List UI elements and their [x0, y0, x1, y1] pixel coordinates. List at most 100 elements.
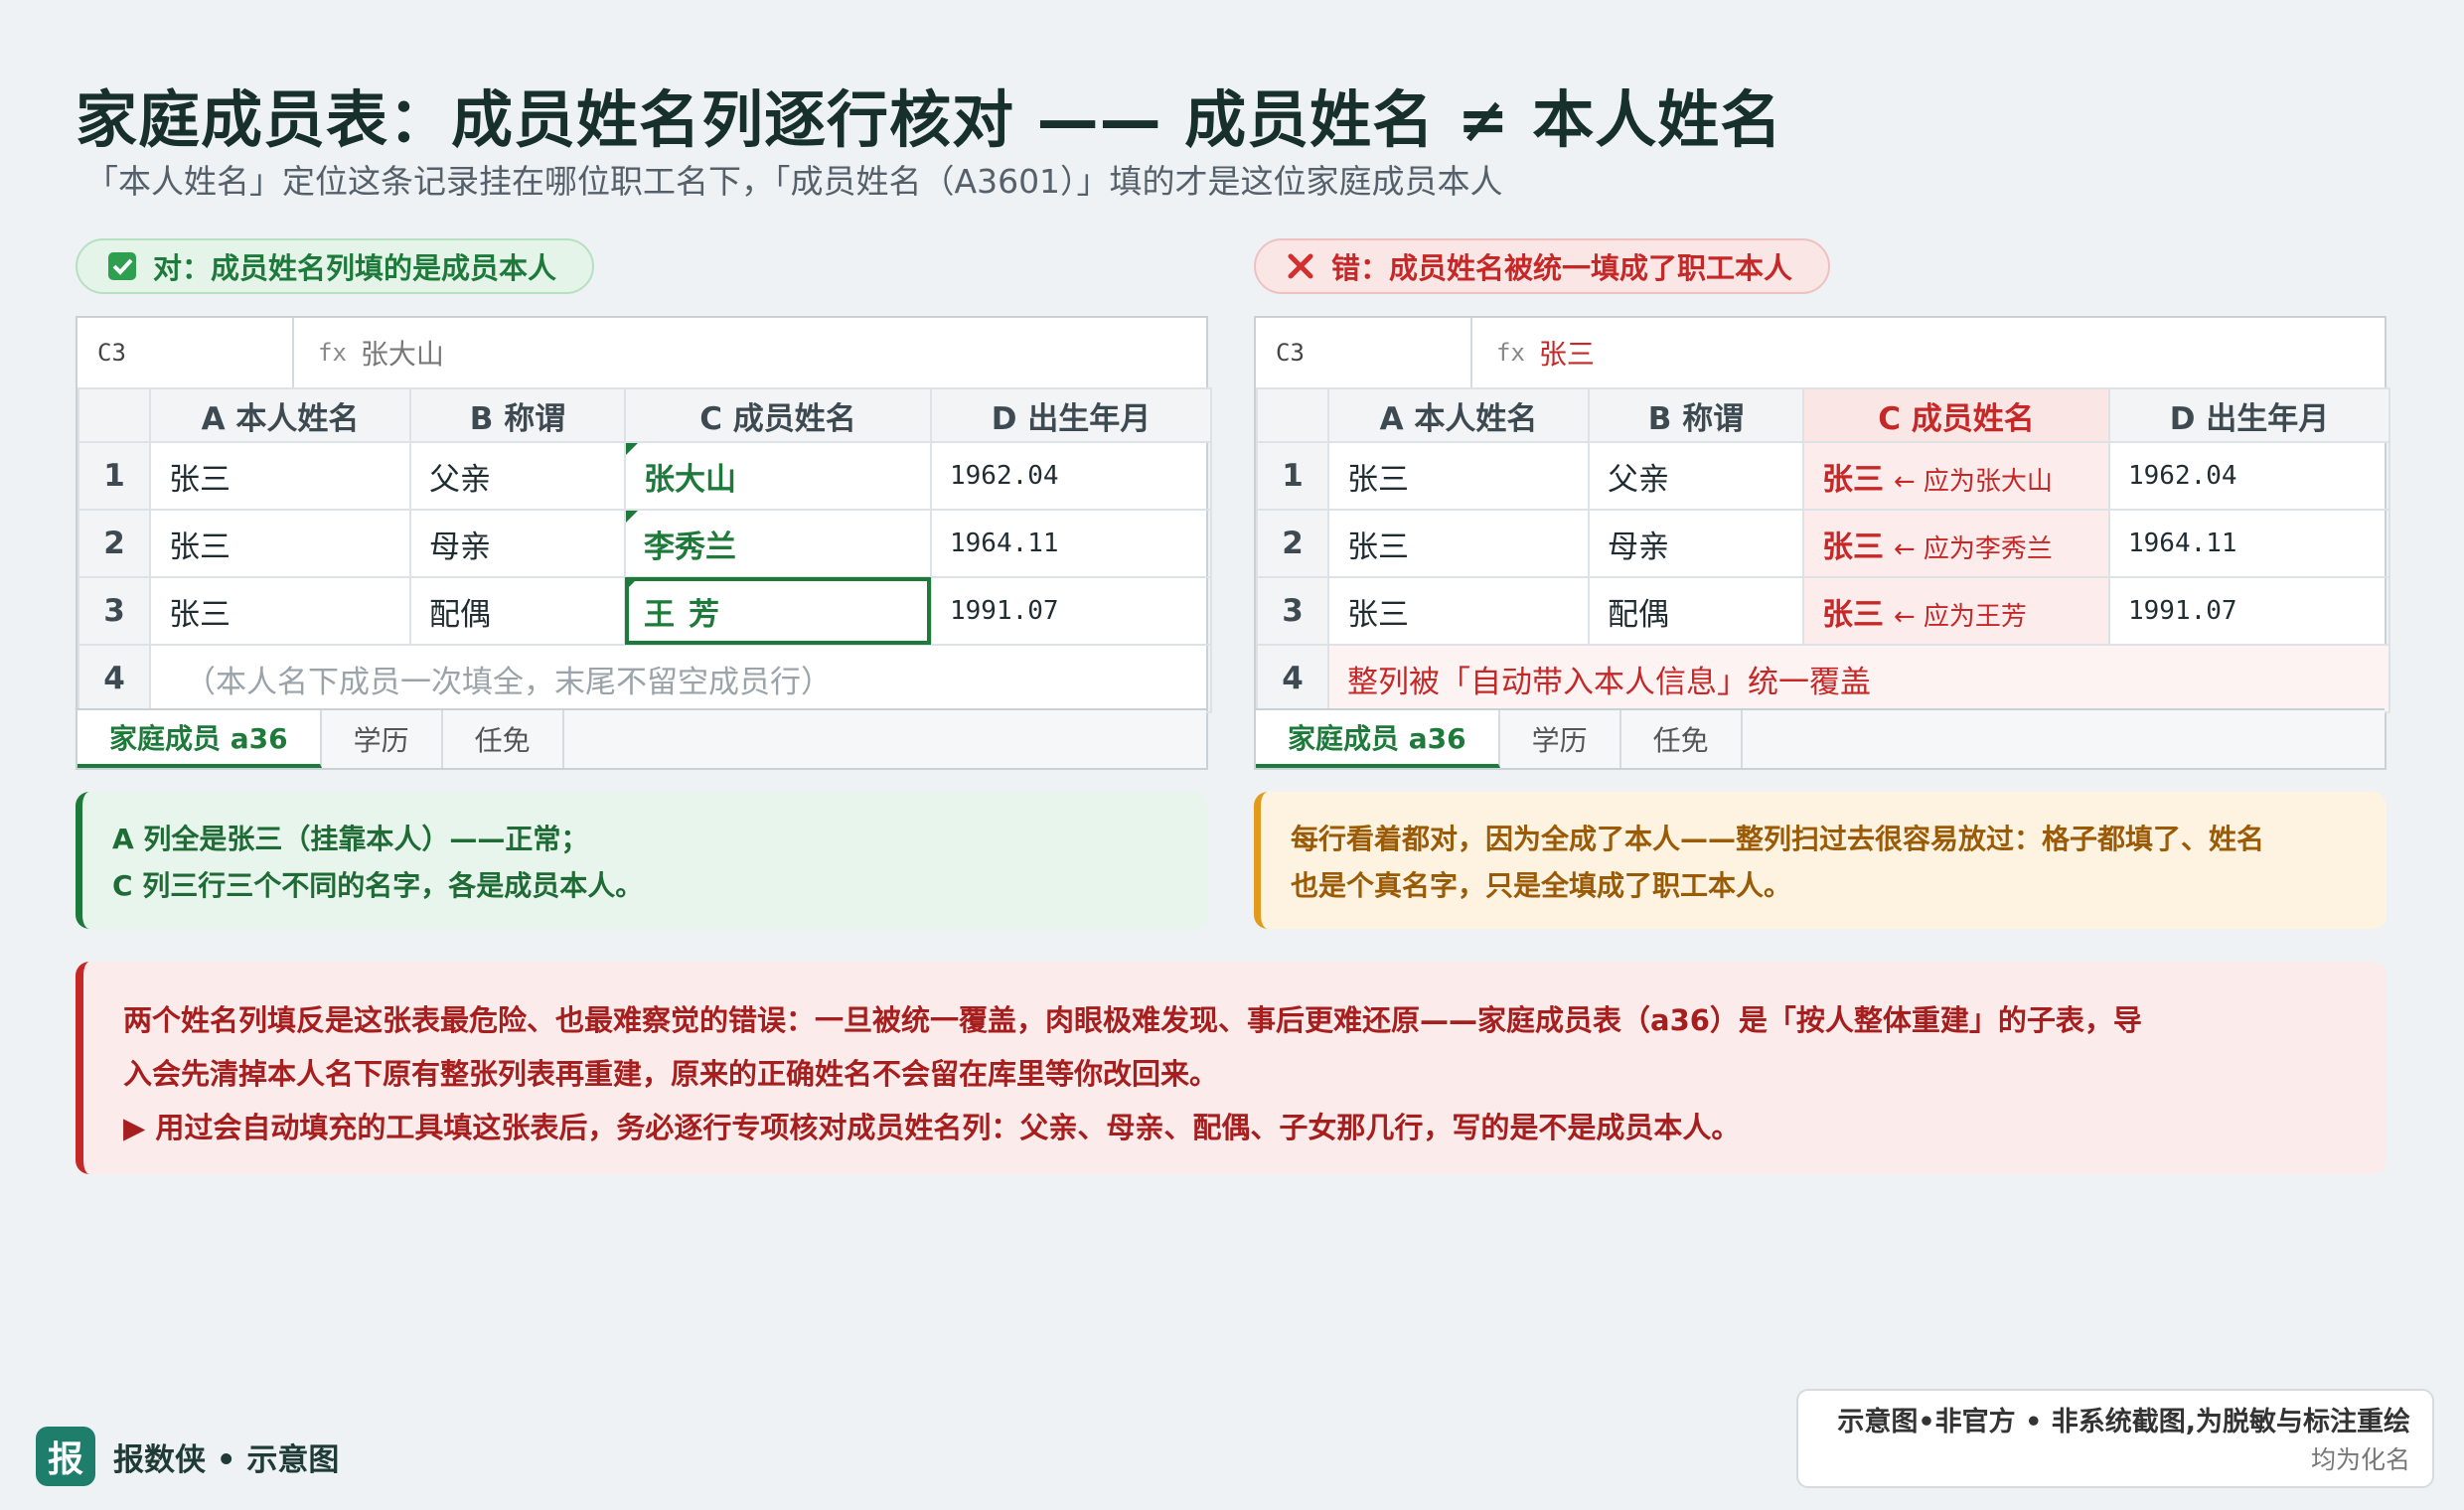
wrong-name: 张三	[1822, 528, 1884, 565]
column-header-b[interactable]: B 称谓	[1588, 387, 1804, 443]
cell-birth-date[interactable]: 1991.07	[2108, 576, 2390, 646]
table-row: 1 张三 父亲 张三 ← 应为张大山 1962.04	[1256, 441, 2390, 511]
cell-birth-date[interactable]: 1964.11	[2108, 509, 2390, 578]
cell-reference-box[interactable]: C3	[1256, 318, 1472, 387]
cell-self-name[interactable]: 张三	[1327, 441, 1590, 511]
cell-self-name[interactable]: 张三	[149, 576, 411, 646]
brand-name: 报数侠 • 示意图	[113, 1441, 340, 1478]
disclaimer-line: 示意图•非官方 • 非系统截图,为脱敏与标注重绘	[1837, 1407, 2410, 1437]
error-badge: 错：成员姓名被统一填成了职工本人	[1254, 238, 1831, 294]
table-row: 1 张三 父亲 张大山 1962.04	[77, 441, 1212, 511]
error-badge-label: 错：成员姓名被统一填成了职工本人	[1331, 251, 1793, 285]
cell-member-name-error[interactable]: 张三 ← 应为张大山	[1802, 441, 2110, 511]
selected-cell-member-name[interactable]: 王芳	[624, 576, 932, 646]
cell-self-name[interactable]: 张三	[149, 509, 411, 578]
formula-bar: C3 fx 张大山	[77, 318, 1206, 389]
warning-explanation-line: 也是个真名字，只是全填成了职工本人。	[1291, 869, 1792, 902]
correct-explanation: A 列全是张三（挂靠本人）——正常； C 列三行三个不同的名字，各是成员本人。	[76, 792, 1208, 929]
formula-bar: C3 fx 张三	[1256, 318, 2385, 389]
check-icon	[107, 251, 137, 281]
correct-explanation-line: A 列全是张三（挂靠本人）——正常；	[112, 823, 589, 855]
formula-input[interactable]: 张大山	[347, 333, 444, 373]
row-number[interactable]: 3	[77, 576, 151, 646]
sheet-tabs: 家庭成员 a36 学历 任免	[77, 708, 1206, 768]
cell-birth-date[interactable]: 1962.04	[930, 441, 1212, 511]
tab-family-members[interactable]: 家庭成员 a36	[1256, 710, 1500, 768]
cell-relation[interactable]: 母亲	[1588, 509, 1804, 578]
cell-relation[interactable]: 母亲	[409, 509, 626, 578]
fx-icon: fx	[318, 339, 347, 367]
page-subtitle: 「本人姓名」定位这条记录挂在哪位职工名下，「成员姓名（A3601）」填的才是这位…	[85, 162, 1503, 201]
row-number[interactable]: 2	[1256, 509, 1329, 578]
tab-education[interactable]: 学历	[1500, 710, 1621, 768]
overwrite-note: 整列被「自动带入本人信息」统一覆盖	[1327, 644, 2390, 713]
correction-hint: ← 应为张大山	[1893, 466, 2053, 497]
page-title: 家庭成员表：成员姓名列逐行核对 —— 成员姓名 ≠ 本人姓名	[76, 83, 1783, 156]
tab-appointment[interactable]: 任免	[1621, 710, 1743, 768]
cell-self-name[interactable]: 张三	[1327, 509, 1590, 578]
correct-badge: 对：成员姓名列填的是成员本人	[76, 238, 595, 294]
cell-relation[interactable]: 父亲	[409, 441, 626, 511]
brand-logo-icon: 报	[36, 1427, 95, 1486]
row-number[interactable]: 3	[1256, 576, 1329, 646]
cell-relation[interactable]: 配偶	[409, 576, 626, 646]
cell-relation[interactable]: 父亲	[1588, 441, 1804, 511]
table-row: 3 张三 配偶 张三 ← 应为王芳 1991.07	[1256, 576, 2390, 646]
row-number[interactable]: 4	[1256, 644, 1329, 713]
cell-relation[interactable]: 配偶	[1588, 576, 1804, 646]
wrong-name: 张三	[1822, 461, 1884, 498]
row-number[interactable]: 1	[1256, 441, 1329, 511]
row-number[interactable]: 2	[77, 509, 151, 578]
tab-education[interactable]: 学历	[322, 710, 443, 768]
table-row: 2 张三 母亲 李秀兰 1964.11	[77, 509, 1212, 578]
column-header-d[interactable]: D 出生年月	[930, 387, 1212, 443]
tab-appointment[interactable]: 任免	[443, 710, 564, 768]
cell-member-name[interactable]: 李秀兰	[624, 509, 932, 578]
disclaimer-line: 均为化名	[2310, 1445, 2410, 1474]
correction-hint: ← 应为李秀兰	[1893, 533, 2053, 564]
sheet-tabs: 家庭成员 a36 学历 任免	[1256, 708, 2385, 768]
tab-family-members[interactable]: 家庭成员 a36	[77, 710, 322, 768]
correct-badge-label: 对：成员姓名列填的是成员本人	[153, 251, 557, 285]
table-row: 4 （本人名下成员一次填全，末尾不留空成员行）	[77, 644, 1212, 713]
cell-birth-date[interactable]: 1991.07	[930, 576, 1212, 646]
table-row: 4 整列被「自动带入本人信息」统一覆盖	[1256, 644, 2390, 713]
alert-line: 入会先清掉本人名下原有整张列表再重建，原来的正确姓名不会留在库里等你改回来。	[123, 1057, 1219, 1091]
column-header-c[interactable]: C 成员姓名	[624, 387, 932, 443]
column-header-d[interactable]: D 出生年月	[2108, 387, 2390, 443]
table-row: 3 张三 配偶 王芳 1991.07	[77, 576, 1212, 646]
wrong-spreadsheet: C3 fx 张三 A 本人姓名 B 称谓 C 成员姓名 D 出生年月 1 张三 …	[1254, 316, 2390, 770]
cell-member-name[interactable]: 张大山	[624, 441, 932, 511]
corner-header[interactable]	[77, 387, 151, 443]
table-row: 2 张三 母亲 张三 ← 应为李秀兰 1964.11	[1256, 509, 2390, 578]
cell-birth-date[interactable]: 1962.04	[2108, 441, 2390, 511]
alert-action-line: ▶ 用过会自动填充的工具填这张表后，务必逐行专项核对成员姓名列：父亲、母亲、配偶…	[123, 1111, 1741, 1144]
cell-self-name[interactable]: 张三	[149, 441, 411, 511]
corner-header[interactable]	[1256, 387, 1329, 443]
cell-member-name-error[interactable]: 张三 ← 应为王芳	[1802, 576, 2110, 646]
correct-explanation-line: C 列三行三个不同的名字，各是成员本人。	[112, 869, 644, 902]
warning-explanation-line: 每行看着都对，因为全成了本人——整列扫过去很容易放过：格子都填了、姓名	[1291, 823, 2265, 855]
correction-hint: ← 应为王芳	[1893, 601, 2027, 632]
cell-member-name-error[interactable]: 张三 ← 应为李秀兰	[1802, 509, 2110, 578]
sheet-grid: A 本人姓名 B 称谓 C 成员姓名 D 出生年月 1 张三 父亲 张三 ← 应…	[1256, 387, 2390, 713]
cell-self-name[interactable]: 张三	[1327, 576, 1590, 646]
column-header-a[interactable]: A 本人姓名	[1327, 387, 1590, 443]
cell-reference-box[interactable]: C3	[77, 318, 294, 387]
warning-explanation: 每行看着都对，因为全成了本人——整列扫过去很容易放过：格子都填了、姓名 也是个真…	[1254, 792, 2387, 929]
column-header-a[interactable]: A 本人姓名	[149, 387, 411, 443]
cross-icon	[1286, 251, 1315, 281]
fx-icon: fx	[1496, 339, 1525, 367]
cell-birth-date[interactable]: 1964.11	[930, 509, 1212, 578]
sheet-grid: A 本人姓名 B 称谓 C 成员姓名 D 出生年月 1 张三 父亲 张大山 19…	[77, 387, 1212, 713]
column-header-c[interactable]: C 成员姓名	[1802, 387, 2110, 443]
row-number[interactable]: 4	[77, 644, 151, 713]
wrong-name: 张三	[1822, 596, 1884, 633]
empty-row-note: （本人名下成员一次填全，末尾不留空成员行）	[149, 644, 1212, 713]
disclaimer-box: 示意图•非官方 • 非系统截图,为脱敏与标注重绘 均为化名	[1796, 1389, 2434, 1488]
danger-alert: 两个姓名列填反是这张表最危险、也最难察觉的错误：一旦被统一覆盖，肉眼极难发现、事…	[76, 962, 2387, 1174]
column-header-b[interactable]: B 称谓	[409, 387, 626, 443]
row-number[interactable]: 1	[77, 441, 151, 511]
brand-logo: 报 报数侠 • 示意图	[36, 1427, 339, 1486]
formula-input[interactable]: 张三	[1525, 333, 1595, 373]
